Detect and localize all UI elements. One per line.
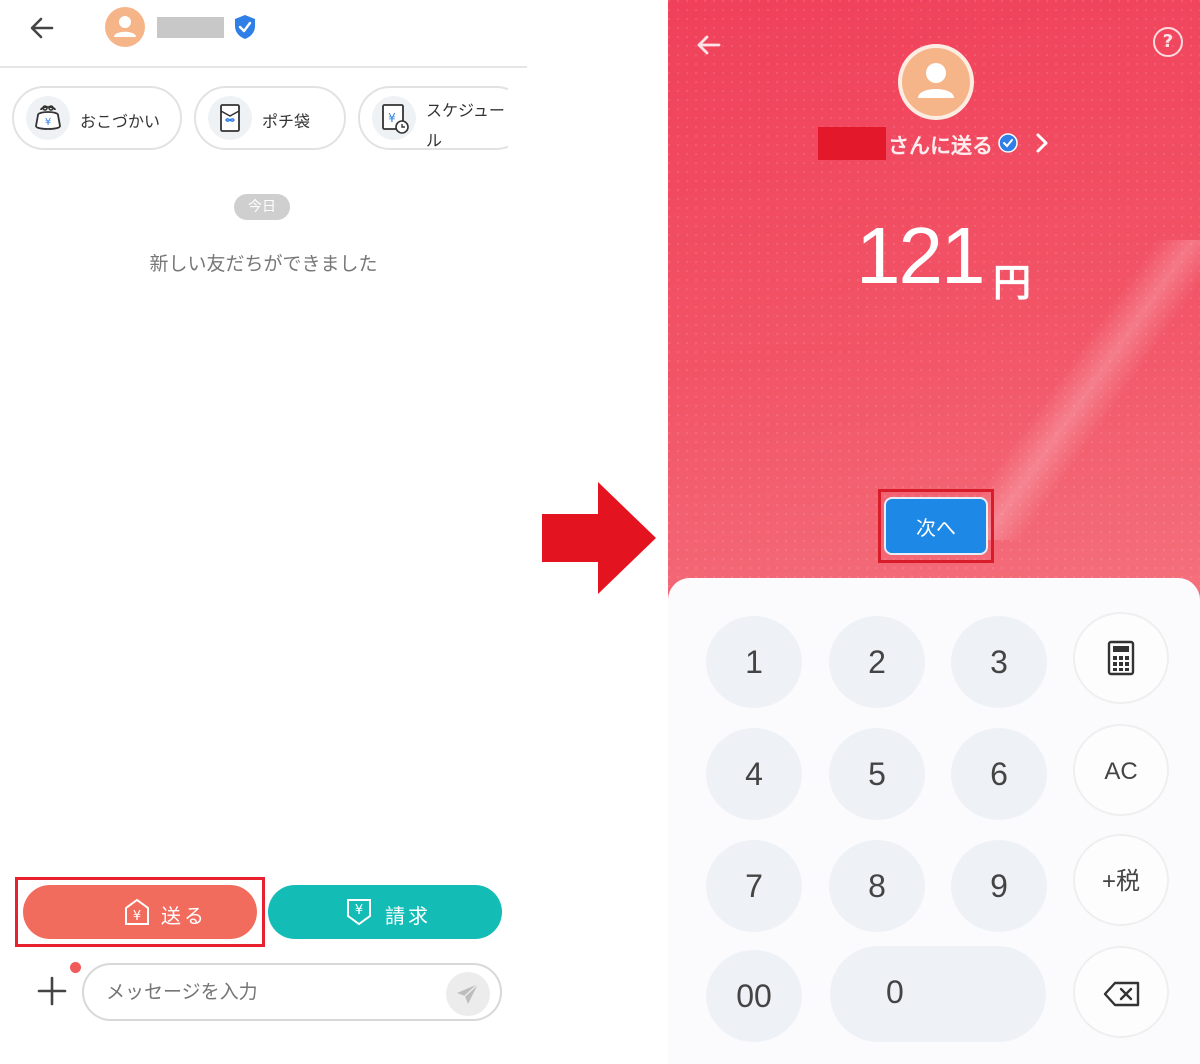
person-icon [918, 63, 954, 98]
back-arrow-icon[interactable] [26, 12, 58, 44]
chevron-right-icon[interactable] [1032, 131, 1052, 155]
send-money-button[interactable]: ¥ 送る [23, 885, 257, 939]
svg-text:¥: ¥ [355, 903, 363, 918]
notification-dot [70, 962, 81, 973]
plus-icon[interactable] [36, 975, 68, 1007]
send-message-button[interactable] [446, 972, 490, 1016]
calculator-key[interactable] [1073, 612, 1169, 704]
calculator-icon [1107, 640, 1135, 676]
numeric-keypad: 1 2 3 4 5 6 AC 7 8 9 +税 00 0 [668, 578, 1200, 1064]
key-7[interactable]: 7 [706, 840, 802, 932]
backspace-key[interactable] [1073, 946, 1169, 1038]
chat-screen: ¥ おこづかい ポチ袋 ¥ スケジュール 今日 新しい友だちができました ¥ 送… [0, 0, 527, 1064]
svg-text:¥: ¥ [388, 111, 396, 125]
recipient-label: さんに送る [888, 134, 993, 158]
request-button-label: 請求 [385, 904, 431, 928]
back-arrow-icon[interactable] [694, 30, 724, 60]
verified-check-icon [998, 133, 1018, 153]
coin-purse-icon: ¥ [26, 96, 70, 140]
allowance-chip-label: おこづかい [80, 112, 161, 131]
amount-value: 121 [856, 211, 985, 300]
system-message: 新しい友だちができました [149, 253, 378, 275]
request-yen-icon: ¥ [347, 899, 371, 926]
next-button[interactable]: 次へ [884, 497, 988, 555]
schedule-chip-label: スケジュール [426, 101, 505, 150]
help-icon[interactable]: ? [1153, 27, 1183, 57]
allowance-chip[interactable]: ¥ おこづかい [12, 86, 182, 150]
date-separator: 今日 [234, 194, 290, 220]
key-00[interactable]: 00 [706, 950, 802, 1042]
request-money-button[interactable]: ¥ 請求 [268, 885, 502, 939]
send-yen-icon: ¥ [125, 898, 149, 925]
key-0[interactable]: 0 [830, 946, 1046, 1042]
message-input[interactable] [82, 963, 502, 1021]
key-2[interactable]: 2 [829, 616, 925, 708]
key-6[interactable]: 6 [951, 728, 1047, 820]
key-3[interactable]: 3 [951, 616, 1047, 708]
key-1[interactable]: 1 [706, 616, 802, 708]
key-8[interactable]: 8 [829, 840, 925, 932]
envelope-icon [208, 96, 252, 140]
svg-text:¥: ¥ [45, 117, 51, 128]
friend-avatar[interactable] [105, 7, 145, 47]
currency-unit: 円 [993, 261, 1032, 305]
verified-shield-icon [235, 15, 255, 39]
key-9[interactable]: 9 [951, 840, 1047, 932]
add-tax-key[interactable]: +税 [1073, 834, 1169, 926]
friend-name-redacted [157, 17, 224, 38]
send-button-label: 送る [161, 904, 207, 928]
gift-envelope-chip-label: ポチ袋 [262, 112, 311, 131]
recipient-avatar [898, 44, 974, 120]
key-4[interactable]: 4 [706, 728, 802, 820]
backspace-icon [1103, 981, 1140, 1007]
svg-text:¥: ¥ [133, 909, 141, 924]
quick-action-chips: ¥ おこづかい ポチ袋 ¥ スケジュール [0, 82, 508, 154]
key-5[interactable]: 5 [829, 728, 925, 820]
person-icon [114, 16, 136, 37]
transition-arrow-icon [542, 482, 656, 594]
paper-plane-icon [457, 983, 479, 1004]
recipient-name-redacted [818, 127, 886, 160]
schedule-chip[interactable]: ¥ スケジュール [358, 86, 508, 150]
clear-key[interactable]: AC [1073, 724, 1169, 816]
scheduled-payment-icon: ¥ [372, 96, 416, 140]
gift-envelope-chip[interactable]: ポチ袋 [194, 86, 346, 150]
chat-header [0, 0, 527, 68]
send-amount-screen: ? さんに送る 121 円 次へ 1 2 3 4 5 6 AC 7 8 9 +税… [668, 0, 1200, 1064]
